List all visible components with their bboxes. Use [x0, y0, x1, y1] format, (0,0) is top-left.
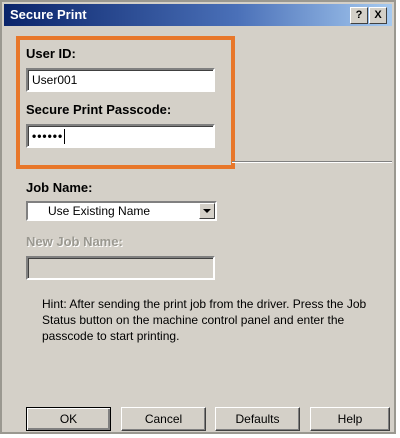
help-button[interactable]: Help	[310, 407, 390, 431]
dialog-title: Secure Print	[10, 7, 87, 22]
user-id-label: User ID:	[26, 46, 76, 61]
job-name-dropdown[interactable]: Use Existing Name	[26, 201, 217, 221]
new-job-name-label: New Job Name:	[26, 234, 123, 249]
secure-print-dialog: Secure Print ? X User ID: User001 Secure…	[0, 0, 396, 434]
help-title-button[interactable]: ?	[350, 7, 368, 24]
defaults-button[interactable]: Defaults	[215, 407, 300, 431]
new-job-name-input[interactable]	[26, 256, 215, 280]
passcode-input[interactable]: ••••••	[26, 124, 215, 148]
job-name-label: Job Name:	[26, 180, 93, 195]
close-title-button[interactable]: X	[369, 7, 387, 24]
ok-button[interactable]: OK	[26, 407, 111, 431]
job-name-selected: Use Existing Name	[48, 204, 151, 218]
text-caret	[64, 129, 66, 145]
cancel-button[interactable]: Cancel	[121, 407, 206, 431]
title-bar[interactable]: Secure Print ? X	[4, 4, 392, 26]
chevron-down-icon[interactable]	[199, 203, 215, 219]
hint-text: Hint: After sending the print job from t…	[42, 297, 367, 343]
passcode-value: ••••••	[32, 129, 64, 143]
user-id-input[interactable]: User001	[26, 68, 215, 92]
passcode-label: Secure Print Passcode:	[26, 102, 172, 117]
separator	[232, 161, 392, 163]
user-id-value: User001	[32, 73, 78, 87]
